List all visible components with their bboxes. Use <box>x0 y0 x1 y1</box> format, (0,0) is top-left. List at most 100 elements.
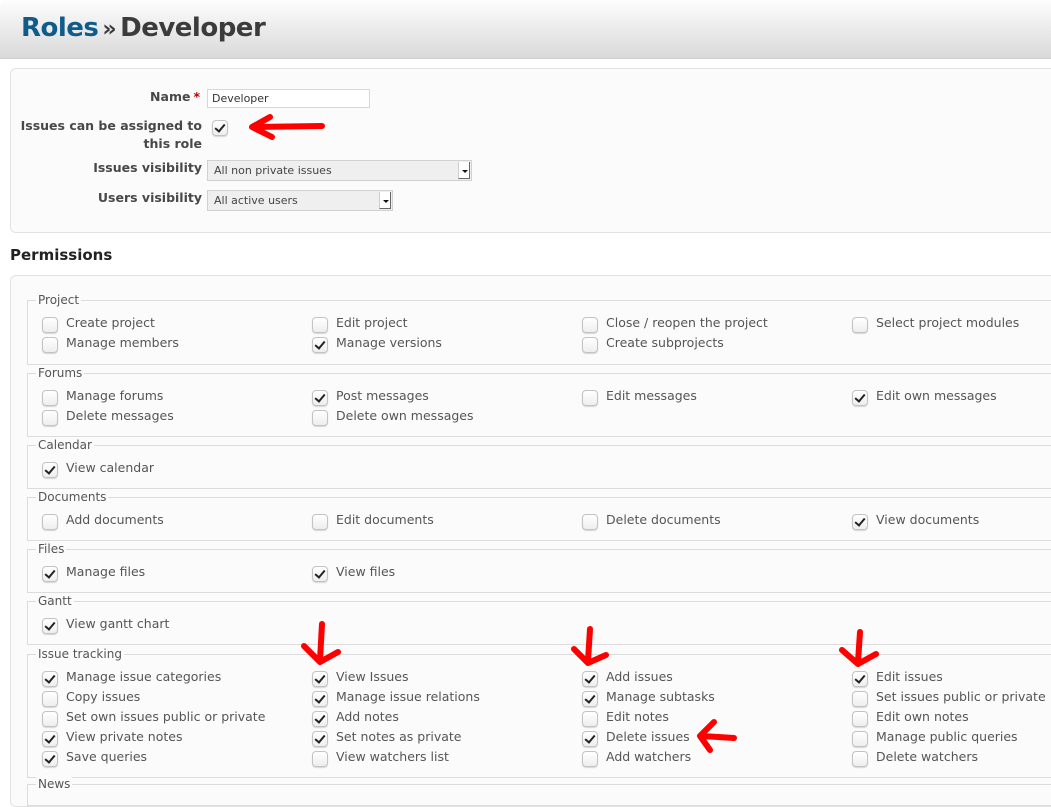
permission-checkbox[interactable] <box>312 566 328 582</box>
permission-label: Manage forums <box>66 388 164 403</box>
permission-checkbox[interactable] <box>312 691 328 707</box>
permission-checkbox[interactable] <box>312 751 328 767</box>
permission-checkbox[interactable] <box>852 691 868 707</box>
issues-visibility-select[interactable]: All non private issues <box>207 160 472 181</box>
permission-label: Manage issue categories <box>66 669 222 684</box>
permission-checkbox[interactable] <box>312 410 328 426</box>
permission-label: Edit own notes <box>876 709 969 724</box>
permission-checkbox[interactable] <box>852 711 868 727</box>
users-visibility-value: All active users <box>214 194 298 207</box>
permission-checkbox[interactable] <box>42 462 58 478</box>
permission-label: Set issues public or private <box>876 689 1046 704</box>
assignable-label-line1: Issues can be assigned to <box>20 118 202 133</box>
permission-checkbox[interactable] <box>312 711 328 727</box>
permission-checkbox[interactable] <box>42 731 58 747</box>
name-label-text: Name <box>150 89 191 104</box>
permission-label: Edit notes <box>606 709 669 724</box>
assignable-label-line2: this role <box>143 136 202 151</box>
permission-checkbox[interactable] <box>582 317 598 333</box>
permission-label: Edit project <box>336 315 408 330</box>
permission-label: Close / reopen the project <box>606 315 768 330</box>
permission-group-documents: Documents Add documents Edit documents Dele… <box>27 489 1051 541</box>
required-mark: * <box>193 89 200 104</box>
permission-label: Edit messages <box>606 388 697 403</box>
permission-label: Delete documents <box>606 512 721 527</box>
permission-checkbox[interactable] <box>312 390 328 406</box>
issues-visibility-value: All non private issues <box>214 164 332 177</box>
group-legend: Documents <box>36 489 109 505</box>
permission-checkbox[interactable] <box>42 514 58 530</box>
permission-label: Manage files <box>66 564 146 579</box>
permission-checkbox[interactable] <box>42 390 58 406</box>
breadcrumb-roles-link[interactable]: Roles <box>21 13 99 43</box>
permission-label: View gantt chart <box>66 616 170 631</box>
permission-label: Edit issues <box>876 669 943 684</box>
group-legend: News <box>36 776 73 792</box>
breadcrumb-current: Developer <box>120 13 266 43</box>
dropdown-arrow-icon[interactable] <box>379 192 391 209</box>
assignable-checkbox[interactable] <box>212 120 228 136</box>
permissions-heading: Permissions <box>10 246 113 264</box>
permission-checkbox[interactable] <box>852 317 868 333</box>
permission-group-gantt: Gantt View gantt chart <box>27 593 1051 645</box>
permission-label: View documents <box>876 512 980 527</box>
permission-checkbox[interactable] <box>852 671 868 687</box>
group-legend: Forums <box>36 365 85 381</box>
permission-checkbox[interactable] <box>582 337 598 353</box>
permission-checkbox[interactable] <box>42 691 58 707</box>
dropdown-arrow-icon[interactable] <box>458 162 470 179</box>
permission-group-forums: Forums Manage forums Post messages Edit mes… <box>27 365 1051 437</box>
permission-label: Manage public queries <box>876 729 1018 744</box>
permission-label: Manage issue relations <box>336 689 480 704</box>
permission-label: View files <box>336 564 396 579</box>
permission-checkbox[interactable] <box>582 514 598 530</box>
permission-checkbox[interactable] <box>582 711 598 727</box>
permission-checkbox[interactable] <box>582 731 598 747</box>
permission-label: Set own issues public or private <box>66 709 266 724</box>
permission-label: View Issues <box>336 669 409 684</box>
permission-checkbox[interactable] <box>582 751 598 767</box>
permission-group-issue-tracking: Issue tracking Manage issue categories Vie… <box>27 646 1051 778</box>
permission-label: Manage subtasks <box>606 689 715 704</box>
permission-label: Add issues <box>606 669 673 684</box>
permission-checkbox[interactable] <box>582 671 598 687</box>
permission-checkbox[interactable] <box>852 514 868 530</box>
permission-checkbox[interactable] <box>42 711 58 727</box>
permission-checkbox[interactable] <box>582 691 598 707</box>
permission-checkbox[interactable] <box>42 566 58 582</box>
group-legend: Gantt <box>36 593 74 609</box>
permission-checkbox[interactable] <box>852 751 868 767</box>
permission-label: Manage versions <box>336 335 442 350</box>
permission-label: View calendar <box>66 460 154 475</box>
permission-label: Add notes <box>336 709 399 724</box>
permission-checkbox[interactable] <box>42 671 58 687</box>
issues-visibility-label: Issues visibility <box>93 160 202 175</box>
permission-group-calendar: Calendar View calendar <box>27 437 1051 489</box>
permission-checkbox[interactable] <box>852 390 868 406</box>
users-visibility-label: Users visibility <box>97 190 202 205</box>
permission-label: Delete issues <box>606 729 690 744</box>
permission-checkbox[interactable] <box>312 317 328 333</box>
permission-checkbox[interactable] <box>852 731 868 747</box>
group-legend: Files <box>36 541 67 557</box>
name-input[interactable] <box>207 89 370 108</box>
permission-checkbox[interactable] <box>312 731 328 747</box>
permission-label: Select project modules <box>876 315 1020 330</box>
permission-checkbox[interactable] <box>42 337 58 353</box>
permission-checkbox[interactable] <box>312 671 328 687</box>
permission-checkbox[interactable] <box>582 390 598 406</box>
permission-label: Edit documents <box>336 512 434 527</box>
permission-checkbox[interactable] <box>42 317 58 333</box>
permission-label: Save queries <box>66 749 148 764</box>
permission-checkbox[interactable] <box>312 514 328 530</box>
permission-label: Create project <box>66 315 155 330</box>
permission-checkbox[interactable] <box>42 751 58 767</box>
permission-checkbox[interactable] <box>312 337 328 353</box>
permission-checkbox[interactable] <box>42 410 58 426</box>
permission-checkbox[interactable] <box>42 618 58 634</box>
users-visibility-select[interactable]: All active users <box>207 190 393 211</box>
permission-label: Add watchers <box>606 749 692 764</box>
group-legend: Calendar <box>36 437 94 453</box>
breadcrumb-separator: » <box>102 17 117 42</box>
permission-group-news: News <box>27 776 1051 806</box>
